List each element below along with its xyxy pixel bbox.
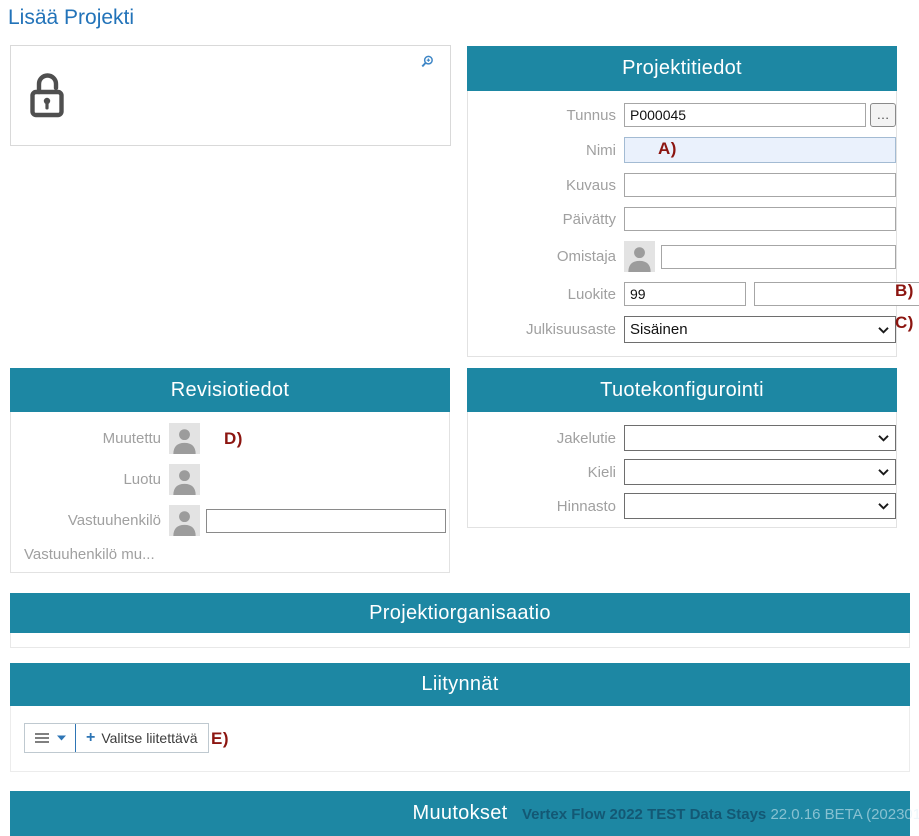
watermark-product: Vertex Flow 2022 TEST Data Stays <box>522 806 766 823</box>
muutettu-label: Muutettu <box>11 430 169 447</box>
paivatty-input[interactable] <box>624 207 896 231</box>
projektiorganisaatio-content <box>10 633 910 648</box>
preview-box <box>10 45 451 146</box>
field-row-luotu: Luotu <box>11 464 449 495</box>
projektitiedot-header: Projektitiedot <box>467 46 897 91</box>
luotu-avatar-icon <box>169 464 200 495</box>
hinnasto-label: Hinnasto <box>468 498 624 515</box>
annotation-a: A) <box>658 139 677 159</box>
kuvaus-input[interactable] <box>624 173 896 197</box>
vastuuhenkilo-mu-label: Vastuuhenkilö mu... <box>24 546 449 563</box>
jakelutie-select[interactable] <box>624 425 896 451</box>
omistaja-label: Omistaja <box>468 248 624 265</box>
version-watermark: Vertex Flow 2022 TEST Data Stays 22.0.16… <box>522 806 919 823</box>
field-row-paivatty: Päivätty <box>468 207 896 231</box>
tunnus-input[interactable] <box>624 103 866 127</box>
liitynnat-toolbar: + Valitse liitettävä <box>24 723 209 753</box>
kieli-label: Kieli <box>468 464 624 481</box>
annotation-d: D) <box>224 429 243 449</box>
field-row-muutettu: Muutettu D) <box>11 423 449 454</box>
liitynnat-header: Liitynnät <box>10 663 910 706</box>
tunnus-browse-button[interactable]: … <box>870 103 896 127</box>
nimi-label: Nimi <box>468 142 624 159</box>
field-row-tunnus: Tunnus … <box>468 103 896 127</box>
annotation-b: B) <box>895 281 914 301</box>
vastuuhenkilo-avatar-icon[interactable] <box>169 505 200 536</box>
projektiorganisaatio-header: Projektiorganisaatio <box>10 593 910 633</box>
valitse-liitettava-label: Valitse liitettävä <box>101 730 197 746</box>
luokite-label: Luokite <box>468 286 624 303</box>
vastuuhenkilo-input[interactable] <box>206 509 446 533</box>
field-row-vastuuhenkilo: Vastuuhenkilö <box>11 505 449 536</box>
field-row-nimi: Nimi A) <box>468 137 896 163</box>
omistaja-avatar-icon[interactable] <box>624 241 655 272</box>
field-row-jakelutie: Jakelutie <box>468 425 896 451</box>
menu-dropdown-button[interactable] <box>25 724 75 752</box>
muutettu-avatar-icon <box>169 423 200 454</box>
vastuuhenkilo-label: Vastuuhenkilö <box>11 512 169 529</box>
unlock-icon <box>28 70 66 125</box>
tunnus-label: Tunnus <box>468 107 624 124</box>
liitynnat-content: + Valitse liitettävä E) <box>10 706 910 772</box>
julkisuusaste-label: Julkisuusaste <box>468 321 624 338</box>
kieli-select[interactable] <box>624 459 896 485</box>
field-row-kuvaus: Kuvaus <box>468 173 896 197</box>
jakelutie-label: Jakelutie <box>468 430 624 447</box>
panel-projektitiedot: Projektitiedot Tunnus … Nimi A) Kuvaus <box>467 46 897 357</box>
hinnasto-select[interactable] <box>624 493 896 519</box>
caret-down-icon <box>57 735 66 741</box>
julkisuusaste-select[interactable]: Sisäinen <box>624 316 896 343</box>
field-row-julkisuusaste: Julkisuusaste Sisäinen <box>468 316 896 343</box>
panel-tuotekonfigurointi: Tuotekonfigurointi Jakelutie Kieli <box>467 368 897 528</box>
hamburger-menu-icon <box>34 732 50 744</box>
field-row-kieli: Kieli <box>468 459 896 485</box>
zoom-in-icon[interactable] <box>420 55 434 75</box>
luotu-label: Luotu <box>11 471 169 488</box>
paivatty-label: Päivätty <box>468 211 624 228</box>
kuvaus-label: Kuvaus <box>468 177 624 194</box>
annotation-c: C) <box>895 313 914 333</box>
panel-revisiotiedot: Revisiotiedot Muutettu D) Luotu <box>10 368 450 573</box>
field-row-omistaja: Omistaja <box>468 241 896 272</box>
omistaja-input[interactable] <box>661 245 896 269</box>
luokite-input-1[interactable] <box>624 282 746 306</box>
watermark-version: 22.0.16 BETA (20230124-0010/r5014 <box>770 806 919 823</box>
page-title: Lisää Projekti <box>8 6 134 30</box>
field-row-hinnasto: Hinnasto <box>468 493 896 519</box>
annotation-e: E) <box>211 729 229 749</box>
plus-icon: + <box>86 730 95 746</box>
field-row-luokite: Luokite … <box>468 282 896 306</box>
tuotekonfigurointi-header: Tuotekonfigurointi <box>467 368 897 412</box>
revisiotiedot-header: Revisiotiedot <box>10 368 450 412</box>
valitse-liitettava-button[interactable]: + Valitse liitettävä <box>76 724 208 752</box>
